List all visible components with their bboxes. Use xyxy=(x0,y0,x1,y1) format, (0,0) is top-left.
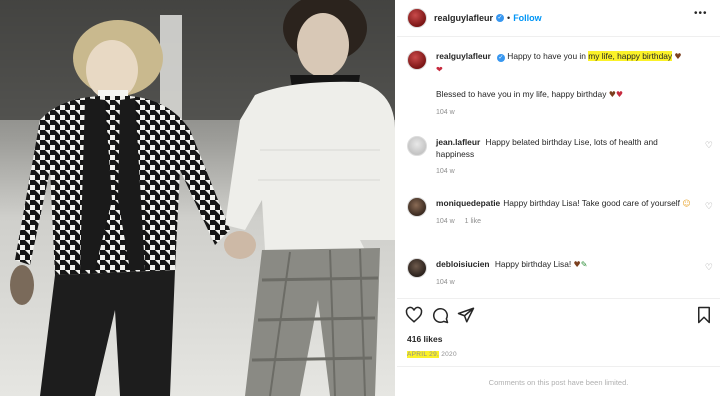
like-comment-heart-icon[interactable]: ♡ xyxy=(705,140,713,151)
comment-meta: 104 w xyxy=(436,277,694,289)
post-header: realguylafleur ✓ • Follow xyxy=(407,6,542,30)
caption-text: Happy to have you in xyxy=(507,51,589,61)
caption-avatar[interactable] xyxy=(407,50,427,70)
comment-avatar[interactable] xyxy=(407,258,427,278)
red-heart-emoji-icon: ♥ xyxy=(615,90,624,99)
author-username[interactable]: realguylafleur xyxy=(434,13,493,23)
heart-emoji-icon: ♥ xyxy=(608,90,616,99)
comment-meta: 104 w xyxy=(436,166,694,178)
smile-emoji-icon: ☺ xyxy=(682,199,691,208)
comment-body: moniquedepatie Happy birthday Lisa! Take … xyxy=(436,197,694,228)
comment-text: Happy birthday Lisa! Take good care of y… xyxy=(503,198,680,208)
header-divider xyxy=(397,36,720,37)
bookmark-icon[interactable] xyxy=(695,306,713,324)
separator: • xyxy=(507,13,511,23)
heart-icon[interactable] xyxy=(405,306,423,324)
skating-couple-photo xyxy=(0,0,395,396)
caption-second-line: Blessed to have you in my life, happy bi… xyxy=(436,88,694,101)
heart-emoji-icon: ♥ xyxy=(674,52,682,61)
caption-second-text: Blessed to have you in my life, happy bi… xyxy=(436,89,607,99)
caption-meta: 104 w xyxy=(436,107,694,119)
comment-time[interactable]: 104 w xyxy=(436,168,455,175)
follow-button[interactable]: Follow xyxy=(513,13,542,23)
paper-plane-icon[interactable] xyxy=(457,306,475,324)
comment-time[interactable]: 104 w xyxy=(436,279,455,286)
comment-body: debloisiucien Happy birthday Lisa! ♥✎ 10… xyxy=(436,258,694,289)
post-panel: realguylafleur ✓ • Follow ••• realguylaf… xyxy=(397,0,720,396)
comments-limited-notice: Comments on this post have been limited. xyxy=(488,378,629,387)
comment-time[interactable]: 104 w xyxy=(436,218,455,225)
comment-meta: 104 w 1 like xyxy=(436,216,694,228)
like-count[interactable]: 416 likes xyxy=(407,334,442,344)
comment-likes[interactable]: 1 like xyxy=(465,218,481,225)
comment-avatar[interactable] xyxy=(407,136,427,156)
comment-username[interactable]: moniquedepatie xyxy=(436,198,500,208)
post-date-year: 2020 xyxy=(439,351,457,358)
verified-badge-icon: ✓ xyxy=(496,14,505,22)
caption-body: realguylafleur ✓ Happy to have you in my … xyxy=(436,50,694,119)
comment-username[interactable]: debloisiucien xyxy=(436,259,490,269)
post-photo[interactable] xyxy=(0,0,395,396)
comment-username[interactable]: jean.lafleur xyxy=(436,137,480,147)
emoji-icon: ♥ xyxy=(573,260,581,269)
comment-text: Happy birthday Lisa! xyxy=(494,259,572,269)
actions-divider xyxy=(397,298,720,299)
comment-avatar[interactable] xyxy=(407,197,427,217)
footer-divider xyxy=(397,366,720,367)
more-options-icon[interactable]: ••• xyxy=(694,8,708,19)
post-date-highlight: APRIL 29, xyxy=(407,351,440,358)
caption-highlight: my life, happy birthday xyxy=(588,51,673,61)
post-actions xyxy=(405,306,715,326)
verified-badge-icon: ✓ xyxy=(496,54,505,62)
comment-body: jean.lafleur Happy belated birthday Lise… xyxy=(436,136,694,178)
comment: moniquedepatie Happy birthday Lisa! Take … xyxy=(407,197,713,228)
post-date: APRIL 29, 2020 xyxy=(407,351,457,358)
caption: realguylafleur ✓ Happy to have you in my … xyxy=(407,50,707,119)
caption-time[interactable]: 104 w xyxy=(436,109,455,116)
comment: jean.lafleur Happy belated birthday Lise… xyxy=(407,136,713,178)
comment: debloisiucien Happy birthday Lisa! ♥✎ 10… xyxy=(407,258,713,289)
emoji-icon: ✎ xyxy=(580,260,588,269)
caption-username[interactable]: realguylafleur xyxy=(436,51,491,61)
like-comment-heart-icon[interactable]: ♡ xyxy=(705,262,713,273)
comment-icon[interactable] xyxy=(431,306,449,324)
red-heart-emoji-icon: ❤ xyxy=(436,65,443,74)
author-avatar[interactable] xyxy=(407,8,427,28)
like-comment-heart-icon[interactable]: ♡ xyxy=(705,201,713,212)
